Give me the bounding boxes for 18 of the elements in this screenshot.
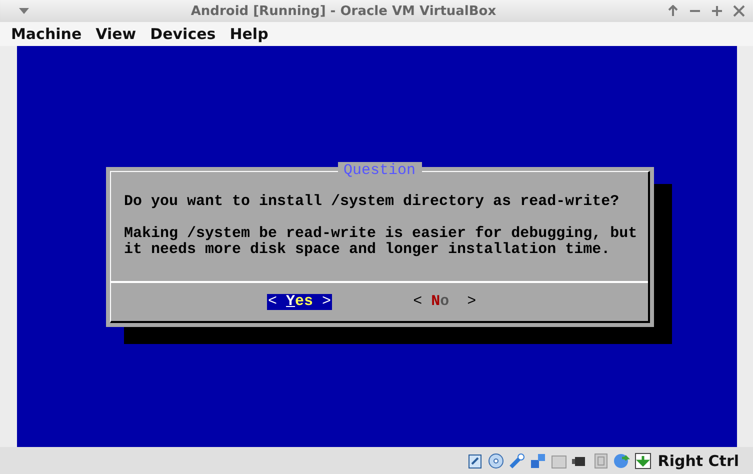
host-key-label: Right Ctrl <box>658 452 739 470</box>
dialog-title: Question <box>338 162 422 180</box>
network-icon[interactable] <box>528 452 547 470</box>
menu-item[interactable]: Devices <box>143 25 223 43</box>
usb-icon[interactable] <box>508 452 526 470</box>
menu-item[interactable]: View <box>88 25 144 43</box>
up-arrow-icon[interactable] <box>667 5 679 17</box>
dialog-button[interactable]: < No > <box>412 294 478 310</box>
optical-disc-icon[interactable] <box>486 452 505 470</box>
question-text: Do you want to install /system directory as read-write? <box>124 194 620 210</box>
close-icon[interactable] <box>733 5 745 17</box>
menu-item[interactable]: Help <box>222 25 276 43</box>
window-title: Android [Running] - Oracle VM VirtualBox <box>190 4 498 18</box>
dialog-button[interactable]: < Yes > <box>267 294 332 310</box>
detail-text: Making /system be read-write is easier for debugging, but <box>124 226 638 242</box>
menu-item[interactable]: Machine <box>4 25 89 43</box>
detail-text: it needs more disk space and longer installation time. <box>124 242 612 258</box>
maximize-icon[interactable] <box>711 5 723 17</box>
